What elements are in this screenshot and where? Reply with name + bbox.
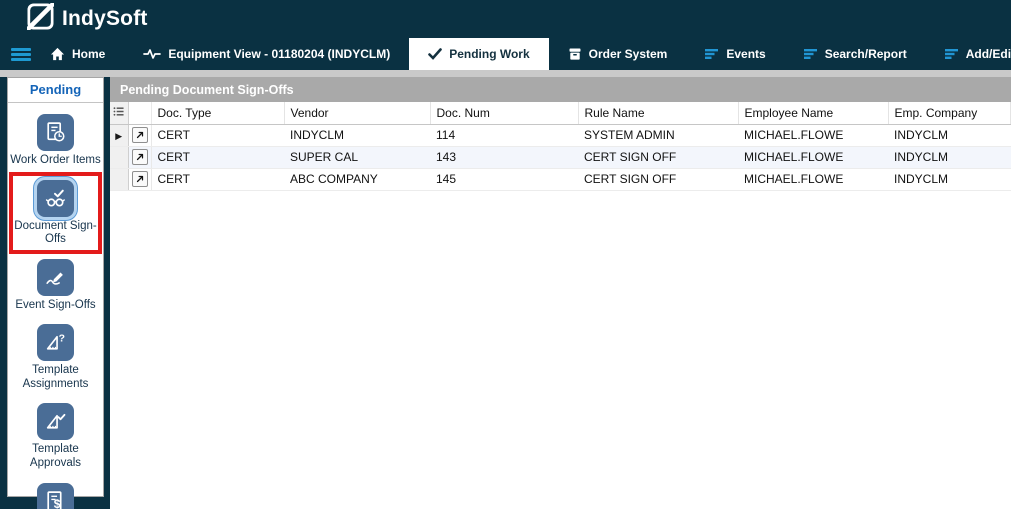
column-header-employee-name[interactable]: Employee Name bbox=[738, 102, 888, 124]
nav-tab-label: Equipment View - 01180204 (INDYCLM) bbox=[168, 47, 390, 61]
list-bars-icon bbox=[945, 48, 959, 60]
nav-tab-label: Search/Report bbox=[825, 47, 907, 61]
nav-tab-label: Add/Edit bbox=[966, 47, 1011, 61]
body-area: Pending Work Order Items bbox=[0, 70, 1011, 509]
app-window: IndySoft Home Equipment View - 01180204 … bbox=[0, 0, 1011, 509]
sidebar-item-label: Document Sign-Offs bbox=[10, 220, 101, 247]
table-header-row: Doc. Type Vendor Doc. Num Rule Name Empl… bbox=[110, 102, 1011, 124]
row-action-cell bbox=[128, 124, 151, 146]
column-header-vendor[interactable]: Vendor bbox=[284, 102, 430, 124]
cell-rule-name: CERT SIGN OFF bbox=[578, 146, 738, 168]
svg-text:?: ? bbox=[59, 334, 65, 345]
row-action-cell bbox=[128, 146, 151, 168]
column-header-doc-num[interactable]: Doc. Num bbox=[430, 102, 578, 124]
cell-emp-company: INDYCLM bbox=[888, 168, 1011, 190]
panel-title: Pending Document Sign-Offs bbox=[110, 77, 1011, 102]
nav-tab-label: Events bbox=[726, 47, 765, 61]
cell-doc-type: CERT bbox=[151, 124, 284, 146]
current-row-indicator-icon: ▶ bbox=[110, 124, 128, 146]
sidebar-item-label: Work Order Items bbox=[10, 154, 101, 168]
sidebar-item-label: Template Approvals bbox=[10, 443, 101, 470]
nav-tab-home[interactable]: Home bbox=[31, 38, 124, 70]
open-record-button[interactable] bbox=[132, 171, 148, 187]
sidebar-item-event-sign-offs[interactable]: Event Sign-Offs bbox=[8, 256, 103, 319]
sidebar-item-work-order-items[interactable]: Work Order Items bbox=[8, 111, 103, 174]
table-row[interactable]: ▶ CERT INDYCLM 114 SYSTEM ADMIN MICHAEL.… bbox=[110, 124, 1011, 146]
cell-employee-name: MICHAEL.FLOWE bbox=[738, 124, 888, 146]
sidebar-item-document-sign-offs[interactable]: Document Sign-Offs bbox=[8, 177, 103, 253]
row-indicator-cell bbox=[110, 168, 128, 190]
cell-doc-num: 143 bbox=[430, 146, 578, 168]
cell-emp-company: INDYCLM bbox=[888, 124, 1011, 146]
nav-tab-order-system[interactable]: Order System bbox=[549, 38, 687, 70]
open-record-button[interactable] bbox=[132, 127, 148, 143]
row-action-cell bbox=[128, 168, 151, 190]
grid-options-icon[interactable] bbox=[110, 102, 128, 124]
cell-doc-num: 114 bbox=[430, 124, 578, 146]
sidebar-item-label: Template Assignments bbox=[10, 364, 101, 391]
list-bars-icon bbox=[705, 48, 719, 60]
divider-strip bbox=[0, 70, 1011, 77]
nav-tab-label: Pending Work bbox=[449, 47, 529, 61]
indysoft-logo-icon bbox=[27, 3, 54, 35]
archive-box-icon bbox=[568, 47, 582, 61]
main-nav-bar: Home Equipment View - 01180204 (INDYCLM)… bbox=[0, 38, 1011, 70]
brand-logo: IndySoft bbox=[27, 3, 148, 35]
nav-tab-add-edit[interactable]: Add/Edit bbox=[926, 38, 1011, 70]
list-bars-icon bbox=[804, 48, 818, 60]
vendor-pos-icon: $ bbox=[37, 483, 74, 509]
svg-text:$: $ bbox=[54, 496, 61, 509]
cell-doc-type: CERT bbox=[151, 146, 284, 168]
sidebar-item-template-approvals[interactable]: Template Approvals bbox=[8, 400, 103, 476]
document-sign-offs-icon bbox=[37, 180, 74, 217]
sidebar-title: Pending bbox=[8, 78, 103, 103]
hamburger-menu-icon[interactable] bbox=[0, 38, 31, 70]
pending-signoffs-table: Doc. Type Vendor Doc. Num Rule Name Empl… bbox=[110, 102, 1011, 191]
column-header-emp-company[interactable]: Emp. Company bbox=[888, 102, 1011, 124]
nav-tab-equipment-view[interactable]: Equipment View - 01180204 (INDYCLM) bbox=[124, 38, 409, 70]
home-icon bbox=[50, 47, 65, 61]
waveform-icon bbox=[143, 48, 161, 60]
event-sign-offs-icon bbox=[37, 259, 74, 296]
sidebar-items: Work Order Items Document Sign-Offs bbox=[8, 103, 103, 509]
nav-tab-label: Home bbox=[72, 47, 105, 61]
sidebar-item-template-assignments[interactable]: ? Template Assignments bbox=[8, 321, 103, 397]
nav-tab-pending-work[interactable]: Pending Work bbox=[409, 38, 548, 70]
template-assignments-icon: ? bbox=[37, 324, 74, 361]
cell-emp-company: INDYCLM bbox=[888, 146, 1011, 168]
open-record-button[interactable] bbox=[132, 149, 148, 165]
row-indicator-cell bbox=[110, 146, 128, 168]
cell-vendor: SUPER CAL bbox=[284, 146, 430, 168]
sidebar-item-vendor-pos[interactable]: $ Vendor POs bbox=[8, 480, 103, 509]
cell-doc-num: 145 bbox=[430, 168, 578, 190]
top-brand-bar: IndySoft bbox=[0, 0, 1011, 38]
cell-rule-name: CERT SIGN OFF bbox=[578, 168, 738, 190]
cell-vendor: INDYCLM bbox=[284, 124, 430, 146]
nav-tab-events[interactable]: Events bbox=[686, 38, 784, 70]
cell-employee-name: MICHAEL.FLOWE bbox=[738, 168, 888, 190]
column-header-doc-type[interactable]: Doc. Type bbox=[151, 102, 284, 124]
template-approvals-icon bbox=[37, 403, 74, 440]
work-order-items-icon bbox=[37, 114, 74, 151]
table-row[interactable]: CERT ABC COMPANY 145 CERT SIGN OFF MICHA… bbox=[110, 168, 1011, 190]
main-panel: Pending Document Sign-Offs bbox=[110, 77, 1011, 509]
sidebar-item-label: Event Sign-Offs bbox=[15, 299, 95, 313]
pending-sidebar: Pending Work Order Items bbox=[7, 77, 104, 497]
checkmark-icon bbox=[428, 48, 442, 60]
table-row[interactable]: CERT SUPER CAL 143 CERT SIGN OFF MICHAEL… bbox=[110, 146, 1011, 168]
brand-name: IndySoft bbox=[62, 7, 148, 31]
cell-employee-name: MICHAEL.FLOWE bbox=[738, 146, 888, 168]
column-header-rule-name[interactable]: Rule Name bbox=[578, 102, 738, 124]
column-header-blank bbox=[128, 102, 151, 124]
cell-rule-name: SYSTEM ADMIN bbox=[578, 124, 738, 146]
nav-tab-label: Order System bbox=[589, 47, 668, 61]
cell-doc-type: CERT bbox=[151, 168, 284, 190]
nav-tab-search-report[interactable]: Search/Report bbox=[785, 38, 926, 70]
cell-vendor: ABC COMPANY bbox=[284, 168, 430, 190]
